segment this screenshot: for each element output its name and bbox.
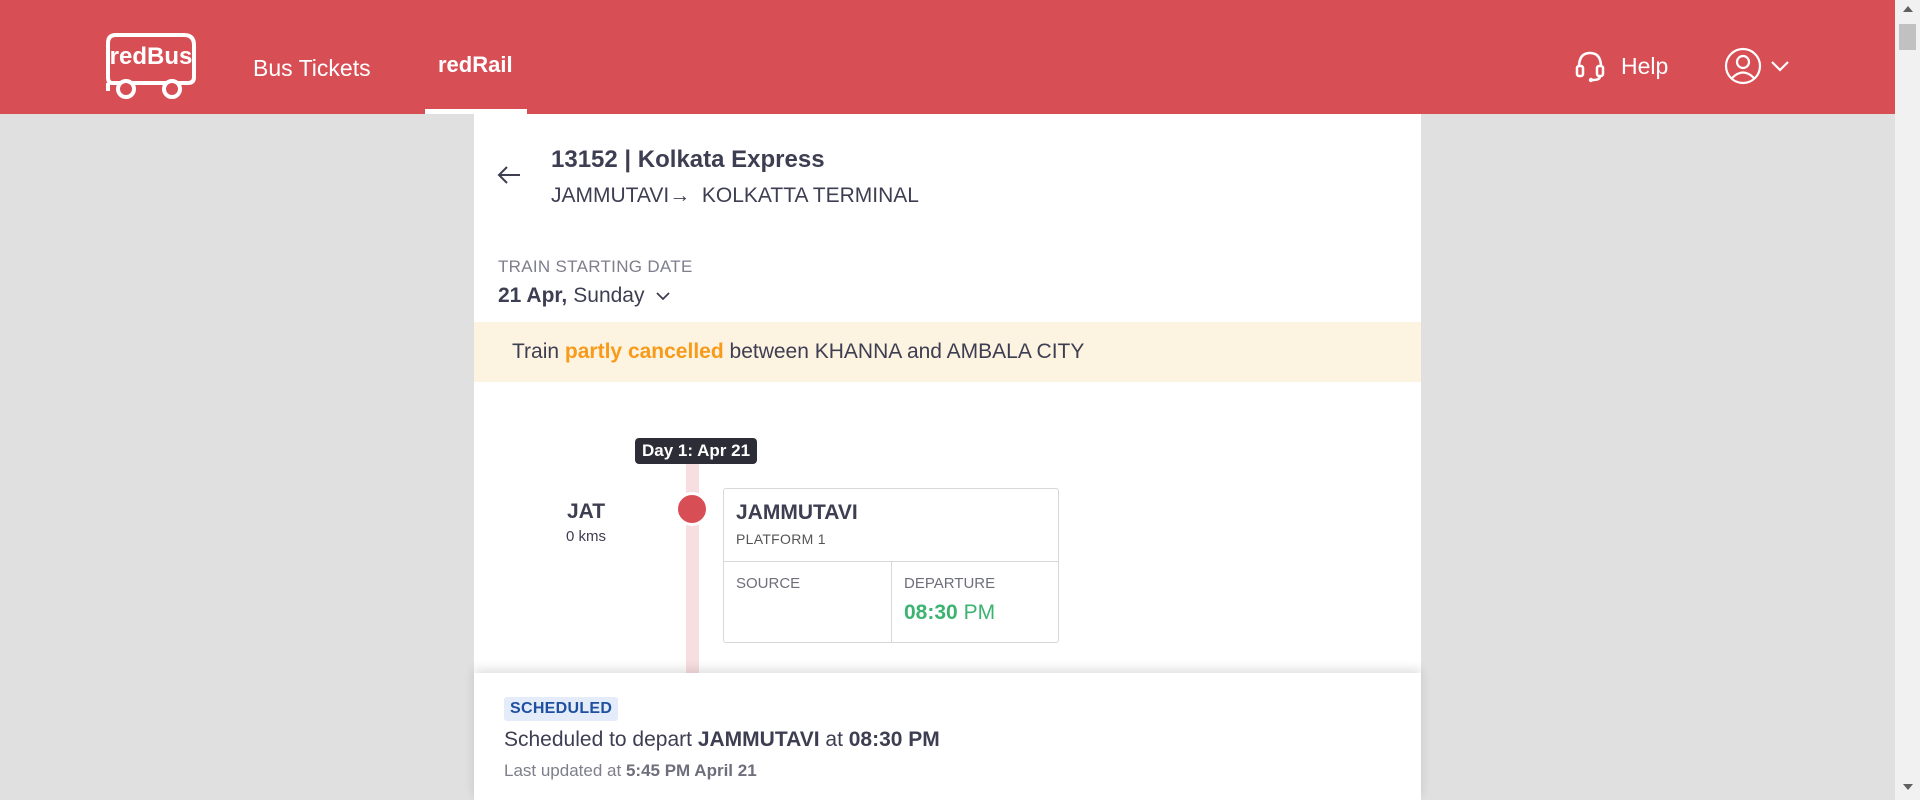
scroll-thumb[interactable] [1899,24,1916,50]
cancellation-alert: Train partly cancelled between KHANNA an… [474,322,1421,382]
card-divider [891,561,892,642]
departure-time: 08:30 PM [904,601,995,625]
nav-bus-tickets[interactable]: Bus Tickets [253,54,371,82]
page-scrollbar[interactable] [1895,0,1920,800]
departure-time-value: 08:30 [904,601,958,624]
user-avatar-icon [1724,47,1762,85]
status-msg-station: JAMMUTAVI [697,728,820,751]
svg-text:redBus: redBus [110,43,193,70]
station-code: JAT [566,500,606,523]
headset-icon [1575,51,1605,83]
station-distance: 0 kms [565,528,606,545]
live-status-panel: SCHEDULED Scheduled to depart JAMMUTAVI … [474,673,1421,800]
scroll-down-arrow-icon[interactable] [1903,784,1913,790]
route-arrow: → [669,184,691,207]
departure-label: DEPARTURE [904,575,996,592]
source-label: SOURCE [736,575,801,592]
status-badge: SCHEDULED [504,697,619,721]
alert-text: Train partly cancelled between KHANNA an… [512,340,1084,364]
departure-ampm: PM [963,601,996,624]
start-day: Sunday [573,284,645,307]
start-date-label: TRAIN STARTING DATE [498,257,693,276]
alert-suffix: between KHANNA and AMBALA CITY [729,340,1085,363]
day-badge: Day 1: Apr 21 [635,438,758,464]
station-dot [675,492,709,526]
chevron-down-icon [655,292,670,301]
redbus-logo[interactable]: redBus [102,33,198,101]
nav-redrail[interactable]: redRail [438,51,513,79]
help-link[interactable]: Help [1575,49,1668,83]
station-name: JAMMUTAVI [736,501,858,524]
train-route: JAMMUTAVI→ KOLKATTA TERMINAL [551,184,919,208]
route-to: KOLKATTA TERMINAL [701,184,919,207]
start-date-selector[interactable]: 21 Apr, Sunday [498,284,671,308]
help-label: Help [1621,52,1669,79]
route-from: JAMMUTAVI [551,184,670,207]
station-platform: PLATFORM 1 [736,531,826,547]
status-msg-at: at [825,728,843,751]
status-msg-prefix: Scheduled to depart [504,728,692,751]
account-menu[interactable] [1724,47,1790,85]
last-updated-time: 5:45 PM April 21 [625,761,757,780]
start-date: 21 Apr, [498,284,568,307]
train-title: 13152 | Kolkata Express [551,146,825,173]
back-arrow-icon[interactable] [496,164,522,186]
last-updated-prefix: Last updated at [504,761,622,780]
alert-prefix: Train [512,340,560,363]
last-updated: Last updated at 5:45 PM April 21 [504,761,757,781]
scroll-up-arrow-icon[interactable] [1903,6,1913,12]
top-header: redBus Bus Tickets redRail Help [0,0,1895,114]
status-msg-time: 08:30 PM [848,728,940,751]
station-card: JAMMUTAVI PLATFORM 1 SOURCE DEPARTURE 08… [723,488,1059,643]
alert-highlight: partly cancelled [564,340,724,363]
status-message: Scheduled to depart JAMMUTAVI at 08:30 P… [504,728,940,752]
chevron-down-icon [1771,61,1789,72]
